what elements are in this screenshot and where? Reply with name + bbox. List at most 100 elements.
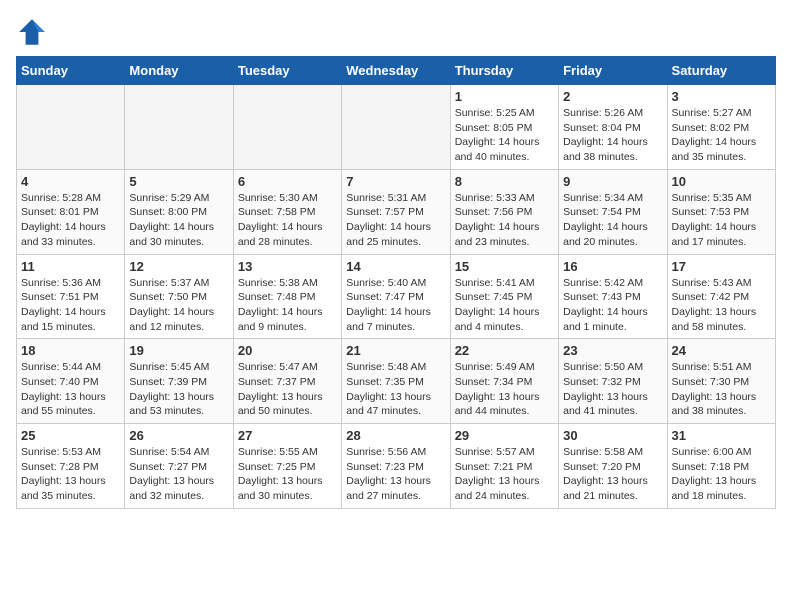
day-number: 18 — [21, 343, 120, 358]
calendar-cell: 11 Sunrise: 5:36 AMSunset: 7:51 PMDayligh… — [17, 254, 125, 339]
day-number: 19 — [129, 343, 228, 358]
weekday-header: Wednesday — [342, 57, 450, 85]
day-number: 3 — [672, 89, 771, 104]
day-info: Sunrise: 5:45 AMSunset: 7:39 PMDaylight:… — [129, 360, 228, 419]
weekday-header: Sunday — [17, 57, 125, 85]
day-number: 27 — [238, 428, 337, 443]
day-info: Sunrise: 5:27 AMSunset: 8:02 PMDaylight:… — [672, 106, 771, 165]
day-number: 11 — [21, 259, 120, 274]
calendar-cell: 27 Sunrise: 5:55 AMSunset: 7:25 PMDayligh… — [233, 424, 341, 509]
day-info: Sunrise: 5:36 AMSunset: 7:51 PMDaylight:… — [21, 276, 120, 335]
day-info: Sunrise: 5:44 AMSunset: 7:40 PMDaylight:… — [21, 360, 120, 419]
day-number: 7 — [346, 174, 445, 189]
day-number: 31 — [672, 428, 771, 443]
calendar-cell: 12Sunrise: 5:37 AMSunset: 7:50 PMDayligh… — [125, 254, 233, 339]
day-info: Sunrise: 5:28 AMSunset: 8:01 PMDaylight:… — [21, 191, 120, 250]
day-info: Sunrise: 5:38 AMSunset: 7:48 PMDaylight:… — [238, 276, 337, 335]
day-number: 1 — [455, 89, 554, 104]
day-number: 25 — [21, 428, 120, 443]
day-info: Sunrise: 5:54 AMSunset: 7:27 PMDaylight:… — [129, 445, 228, 504]
day-info: Sunrise: 5:58 AMSunset: 7:20 PMDaylight:… — [563, 445, 662, 504]
day-number: 29 — [455, 428, 554, 443]
day-info: Sunrise: 5:51 AMSunset: 7:30 PMDaylight:… — [672, 360, 771, 419]
logo-icon — [16, 16, 48, 48]
day-number: 17 — [672, 259, 771, 274]
calendar-cell: 19 Sunrise: 5:45 AMSunset: 7:39 PMDayligh… — [125, 339, 233, 424]
calendar-cell: 2 Sunrise: 5:26 AMSunset: 8:04 PMDaylight… — [559, 85, 667, 170]
day-info: Sunrise: 5:40 AMSunset: 7:47 PMDaylight:… — [346, 276, 445, 335]
day-info: Sunrise: 6:00 AMSunset: 7:18 PMDaylight:… — [672, 445, 771, 504]
calendar-cell: 5Sunrise: 5:29 AMSunset: 8:00 PMDaylight… — [125, 169, 233, 254]
day-number: 30 — [563, 428, 662, 443]
weekday-header: Friday — [559, 57, 667, 85]
day-info: Sunrise: 5:57 AMSunset: 7:21 PMDaylight:… — [455, 445, 554, 504]
calendar-cell: 6 Sunrise: 5:30 AMSunset: 7:58 PMDaylight… — [233, 169, 341, 254]
calendar-cell: 4 Sunrise: 5:28 AMSunset: 8:01 PMDaylight… — [17, 169, 125, 254]
calendar-week-row: 1 Sunrise: 5:25 AMSunset: 8:05 PMDaylight… — [17, 85, 776, 170]
day-info: Sunrise: 5:29 AMSunset: 8:00 PMDaylight:… — [129, 191, 228, 250]
day-number: 6 — [238, 174, 337, 189]
logo — [16, 16, 52, 48]
calendar-week-row: 4 Sunrise: 5:28 AMSunset: 8:01 PMDaylight… — [17, 169, 776, 254]
day-info: Sunrise: 5:25 AMSunset: 8:05 PMDaylight:… — [455, 106, 554, 165]
calendar-cell: 9 Sunrise: 5:34 AMSunset: 7:54 PMDaylight… — [559, 169, 667, 254]
day-info: Sunrise: 5:47 AMSunset: 7:37 PMDaylight:… — [238, 360, 337, 419]
day-number: 4 — [21, 174, 120, 189]
day-info: Sunrise: 5:53 AMSunset: 7:28 PMDaylight:… — [21, 445, 120, 504]
day-info: Sunrise: 5:55 AMSunset: 7:25 PMDaylight:… — [238, 445, 337, 504]
day-number: 26 — [129, 428, 228, 443]
calendar-cell: 24 Sunrise: 5:51 AMSunset: 7:30 PMDayligh… — [667, 339, 775, 424]
day-number: 15 — [455, 259, 554, 274]
calendar-week-row: 25 Sunrise: 5:53 AMSunset: 7:28 PMDayligh… — [17, 424, 776, 509]
day-info: Sunrise: 5:50 AMSunset: 7:32 PMDaylight:… — [563, 360, 662, 419]
calendar-cell: 8 Sunrise: 5:33 AMSunset: 7:56 PMDaylight… — [450, 169, 558, 254]
day-info: Sunrise: 5:56 AMSunset: 7:23 PMDaylight:… — [346, 445, 445, 504]
calendar-cell: 14 Sunrise: 5:40 AMSunset: 7:47 PMDayligh… — [342, 254, 450, 339]
calendar-cell: 3 Sunrise: 5:27 AMSunset: 8:02 PMDaylight… — [667, 85, 775, 170]
calendar-cell: 17 Sunrise: 5:43 AMSunset: 7:42 PMDayligh… — [667, 254, 775, 339]
day-number: 21 — [346, 343, 445, 358]
calendar-cell: 20 Sunrise: 5:47 AMSunset: 7:37 PMDayligh… — [233, 339, 341, 424]
calendar-cell: 13 Sunrise: 5:38 AMSunset: 7:48 PMDayligh… — [233, 254, 341, 339]
day-info: Sunrise: 5:26 AMSunset: 8:04 PMDaylight:… — [563, 106, 662, 165]
calendar-cell: 1 Sunrise: 5:25 AMSunset: 8:05 PMDaylight… — [450, 85, 558, 170]
day-number: 8 — [455, 174, 554, 189]
day-number: 9 — [563, 174, 662, 189]
day-info: Sunrise: 5:42 AMSunset: 7:43 PMDaylight:… — [563, 276, 662, 335]
day-info: Sunrise: 5:35 AMSunset: 7:53 PMDaylight:… — [672, 191, 771, 250]
calendar-cell: 28Sunrise: 5:56 AMSunset: 7:23 PMDayligh… — [342, 424, 450, 509]
calendar-cell — [233, 85, 341, 170]
day-number: 10 — [672, 174, 771, 189]
calendar-cell — [125, 85, 233, 170]
day-info: Sunrise: 5:41 AMSunset: 7:45 PMDaylight:… — [455, 276, 554, 335]
calendar-cell — [17, 85, 125, 170]
day-info: Sunrise: 5:43 AMSunset: 7:42 PMDaylight:… — [672, 276, 771, 335]
weekday-header: Monday — [125, 57, 233, 85]
calendar-cell: 18 Sunrise: 5:44 AMSunset: 7:40 PMDayligh… — [17, 339, 125, 424]
calendar-table: SundayMondayTuesdayWednesdayThursdayFrid… — [16, 56, 776, 509]
calendar-cell: 23 Sunrise: 5:50 AMSunset: 7:32 PMDayligh… — [559, 339, 667, 424]
day-info: Sunrise: 5:34 AMSunset: 7:54 PMDaylight:… — [563, 191, 662, 250]
day-info: Sunrise: 5:33 AMSunset: 7:56 PMDaylight:… — [455, 191, 554, 250]
day-number: 20 — [238, 343, 337, 358]
day-number: 14 — [346, 259, 445, 274]
calendar-cell: 22Sunrise: 5:49 AMSunset: 7:34 PMDayligh… — [450, 339, 558, 424]
day-number: 23 — [563, 343, 662, 358]
calendar-header-row: SundayMondayTuesdayWednesdayThursdayFrid… — [17, 57, 776, 85]
calendar-cell: 15 Sunrise: 5:41 AMSunset: 7:45 PMDayligh… — [450, 254, 558, 339]
day-number: 2 — [563, 89, 662, 104]
day-info: Sunrise: 5:48 AMSunset: 7:35 PMDaylight:… — [346, 360, 445, 419]
weekday-header: Saturday — [667, 57, 775, 85]
page-header — [16, 16, 776, 48]
day-info: Sunrise: 5:30 AMSunset: 7:58 PMDaylight:… — [238, 191, 337, 250]
calendar-week-row: 11 Sunrise: 5:36 AMSunset: 7:51 PMDayligh… — [17, 254, 776, 339]
calendar-week-row: 18 Sunrise: 5:44 AMSunset: 7:40 PMDayligh… — [17, 339, 776, 424]
day-number: 22 — [455, 343, 554, 358]
calendar-cell — [342, 85, 450, 170]
calendar-cell: 25 Sunrise: 5:53 AMSunset: 7:28 PMDayligh… — [17, 424, 125, 509]
calendar-cell: 10 Sunrise: 5:35 AMSunset: 7:53 PMDayligh… — [667, 169, 775, 254]
weekday-header: Tuesday — [233, 57, 341, 85]
day-number: 13 — [238, 259, 337, 274]
day-info: Sunrise: 5:37 AMSunset: 7:50 PMDaylight:… — [129, 276, 228, 335]
day-number: 24 — [672, 343, 771, 358]
